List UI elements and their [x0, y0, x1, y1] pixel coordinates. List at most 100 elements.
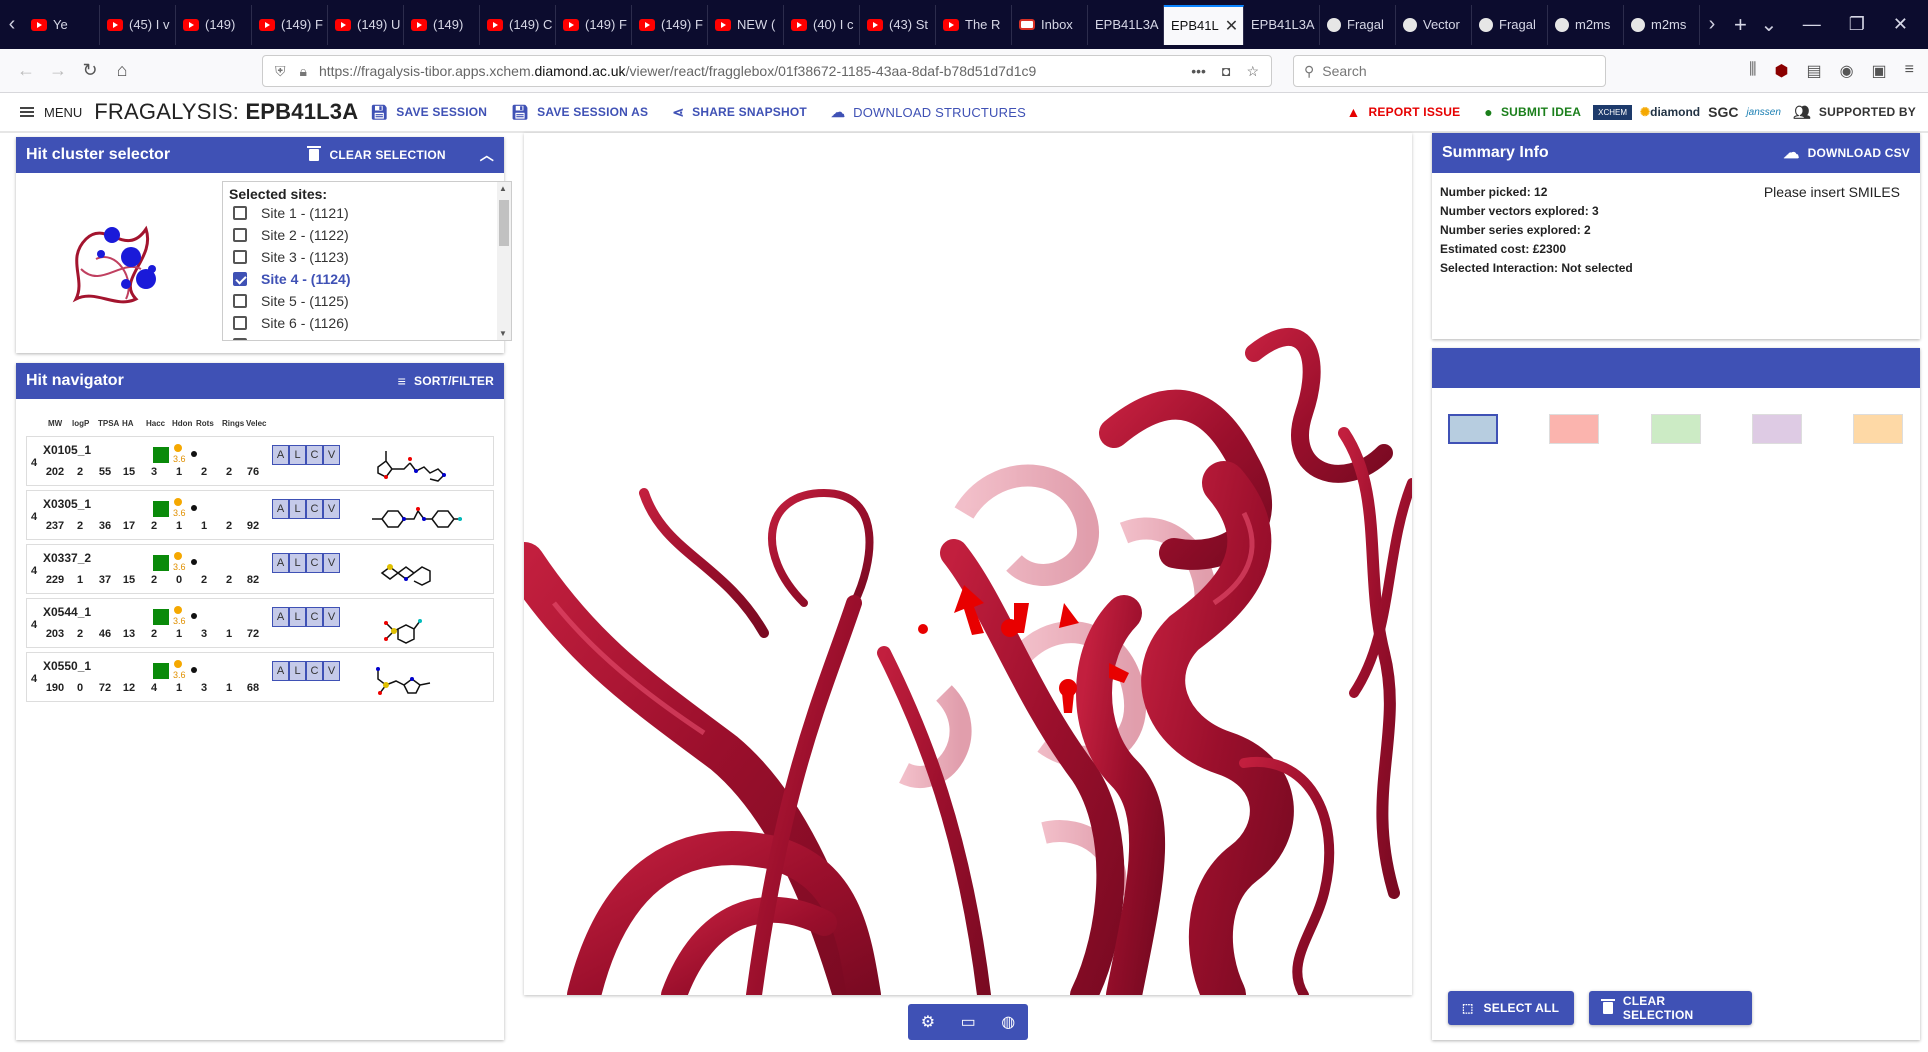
browser-tab[interactable]: Fragal: [1320, 4, 1396, 45]
browser-tab[interactable]: (149): [404, 4, 480, 45]
hit-toggle-v-button[interactable]: V: [323, 445, 340, 465]
account-icon[interactable]: ◉: [1840, 61, 1854, 81]
sidebar-icon[interactable]: ▤: [1806, 61, 1821, 81]
hit-toggle-a-button[interactable]: A: [272, 499, 289, 519]
browser-tab[interactable]: (149) F: [556, 4, 632, 45]
browser-tab[interactable]: Ye: [24, 4, 100, 45]
molecule-structure-image[interactable]: [372, 495, 462, 537]
molecule-structure-image[interactable]: [372, 603, 462, 645]
hit-toggle-c-button[interactable]: C: [306, 553, 323, 573]
site-list-scrollbar[interactable]: ▲ ▼: [497, 182, 511, 340]
site-item[interactable]: Site 6 - (1126): [223, 312, 511, 334]
menu-button[interactable]: MENU: [0, 105, 82, 120]
supported-by-button[interactable]: 👥︎ SUPPORTED BY: [1781, 104, 1928, 121]
browser-tab[interactable]: (149) F: [632, 4, 708, 45]
restore-icon[interactable]: ❐: [1849, 14, 1865, 35]
site-item[interactable]: Site 1 - (1121): [223, 202, 511, 224]
bookmark-star-icon[interactable]: ☆: [1246, 63, 1259, 80]
save-session-as-button[interactable]: 💾︎ SAVE SESSION AS: [499, 104, 660, 121]
browser-tab[interactable]: NEW (: [708, 4, 784, 45]
app-menu-icon[interactable]: ≡: [1905, 61, 1914, 81]
hit-toggle-l-button[interactable]: L: [289, 553, 306, 573]
scroll-down-icon[interactable]: ▼: [499, 329, 507, 338]
hit-toggle-l-button[interactable]: L: [289, 661, 306, 681]
browser-tab[interactable]: The R: [936, 4, 1012, 45]
site-checkbox[interactable]: [233, 316, 247, 330]
molecule-viewer[interactable]: [524, 133, 1412, 995]
compound-class-swatch[interactable]: [1853, 414, 1903, 444]
settings-gear-icon[interactable]: ⚙: [921, 1012, 935, 1032]
hit-row[interactable]: 4 X0544_1 3.6 203 2 46 13 2 1 3 1 72 A L C V: [26, 598, 494, 648]
column-header[interactable]: Rings: [222, 419, 246, 428]
page-actions-icon[interactable]: •••: [1191, 63, 1206, 80]
hit-row[interactable]: 4 X0105_1 3.6 202 2 55 15 3 1 2 2 76 A L C V: [26, 436, 494, 486]
site-item[interactable]: Site 5 - (1125): [223, 290, 511, 312]
save-session-button[interactable]: 💾︎ SAVE SESSION: [358, 104, 499, 121]
library-icon[interactable]: ⫼: [1749, 61, 1756, 81]
site-item[interactable]: Site 2 - (1122): [223, 224, 511, 246]
select-all-button[interactable]: ⬚ SELECT ALL: [1448, 991, 1574, 1025]
browser-tab[interactable]: (149) F: [252, 4, 328, 45]
browser-tab[interactable]: (45) I v: [100, 4, 176, 45]
download-structures-button[interactable]: ☁ DOWNLOAD STRUCTURES: [819, 104, 1038, 121]
forward-icon[interactable]: →: [42, 60, 74, 81]
scroll-up-icon[interactable]: ▲: [499, 184, 507, 193]
column-header[interactable]: Velec: [246, 419, 270, 428]
column-header[interactable]: Hdon: [172, 419, 196, 428]
download-csv-button[interactable]: ☁ DOWNLOAD CSV: [1783, 143, 1910, 163]
hit-toggle-v-button[interactable]: V: [323, 499, 340, 519]
search-bar[interactable]: ⚲ Search: [1293, 55, 1606, 87]
tab-scroll-left-icon[interactable]: ‹: [0, 13, 24, 36]
fullscreen-monitor-icon[interactable]: ▭: [961, 1012, 976, 1032]
browser-tab[interactable]: (149) U: [328, 4, 404, 45]
lock-icon[interactable]: 🔒︎: [300, 63, 307, 80]
url-bar[interactable]: ⛨ 🔒︎ https://fragalysis-tibor.apps.xchem.…: [262, 55, 1272, 87]
hit-toggle-l-button[interactable]: L: [289, 607, 306, 627]
column-header[interactable]: logP: [72, 419, 98, 428]
back-icon[interactable]: ←: [10, 60, 42, 81]
hit-toggle-v-button[interactable]: V: [323, 607, 340, 627]
compound-class-swatch[interactable]: [1448, 414, 1498, 444]
new-tab-icon[interactable]: +: [1724, 12, 1757, 38]
hit-toggle-a-button[interactable]: A: [272, 661, 289, 681]
site-item[interactable]: Site 7 - (1127): [223, 334, 511, 340]
home-icon[interactable]: ⌂: [106, 60, 138, 81]
hit-toggle-l-button[interactable]: L: [289, 445, 306, 465]
cluster-clear-selection-button[interactable]: CLEAR SELECTION: [307, 146, 446, 162]
browser-tab[interactable]: (40) I c: [784, 4, 860, 45]
hit-toggle-c-button[interactable]: C: [306, 499, 323, 519]
site-item[interactable]: Site 4 - (1124): [223, 268, 511, 290]
reload-icon[interactable]: ↻: [74, 60, 106, 81]
site-item[interactable]: Site 3 - (1123): [223, 246, 511, 268]
extension-icon[interactable]: ▣: [1872, 61, 1887, 81]
pocket-icon[interactable]: ◘: [1222, 63, 1230, 80]
hit-toggle-c-button[interactable]: C: [306, 607, 323, 627]
browser-tab[interactable]: (149): [176, 4, 252, 45]
site-checkbox[interactable]: [233, 272, 247, 286]
tab-scroll-right-icon[interactable]: ›: [1700, 13, 1724, 36]
shield-icon[interactable]: ⛨: [275, 63, 286, 80]
ublock-icon[interactable]: ⬢: [1774, 61, 1788, 81]
column-header[interactable]: TPSA: [98, 419, 122, 428]
site-checkbox[interactable]: [233, 206, 247, 220]
report-issue-button[interactable]: ▲ REPORT ISSUE: [1334, 104, 1472, 120]
hit-toggle-l-button[interactable]: L: [289, 499, 306, 519]
share-snapshot-button[interactable]: ⋖ SHARE SNAPSHOT: [660, 104, 819, 121]
browser-tab[interactable]: (149) C: [480, 4, 556, 45]
hit-toggle-a-button[interactable]: A: [272, 553, 289, 573]
window-close-icon[interactable]: ✕: [1893, 14, 1908, 35]
browser-tab[interactable]: Fragal: [1472, 4, 1548, 45]
submit-idea-button[interactable]: ● SUBMIT IDEA: [1472, 104, 1593, 120]
hit-toggle-c-button[interactable]: C: [306, 445, 323, 465]
clear-selection-button[interactable]: CLEAR SELECTION: [1589, 991, 1752, 1025]
sort-filter-button[interactable]: ≡ SORT/FILTER: [398, 373, 494, 389]
hit-row[interactable]: 4 X0305_1 3.6 237 2 36 17 2 1 1 2 92 A L C V: [26, 490, 494, 540]
cluster-thumbnail[interactable]: [56, 199, 176, 329]
hit-row[interactable]: 4 X0337_2 3.6 229 1 37 15 2 0 2 2 82 A L C V: [26, 544, 494, 594]
browser-tab[interactable]: Inbox: [1012, 4, 1088, 45]
browser-tab[interactable]: (43) St: [860, 4, 936, 45]
tab-list-icon[interactable]: ⌄: [1757, 12, 1781, 37]
molecule-structure-image[interactable]: [372, 549, 462, 591]
site-checkbox[interactable]: [233, 294, 247, 308]
site-checkbox[interactable]: [233, 250, 247, 264]
